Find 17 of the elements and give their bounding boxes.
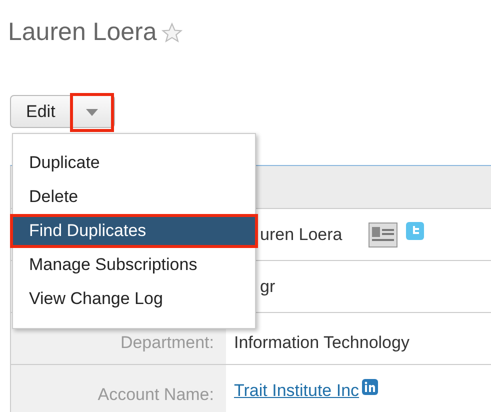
menu-item[interactable]: Duplicate bbox=[13, 146, 255, 180]
caret-icon bbox=[86, 109, 98, 116]
account-link[interactable]: Trait Institute Inc bbox=[234, 378, 360, 404]
field-value: gr bbox=[260, 276, 276, 298]
contact-card-icon[interactable] bbox=[368, 220, 398, 250]
field-value: Information Technology bbox=[234, 332, 410, 354]
dropdown-toggle[interactable] bbox=[70, 93, 114, 132]
menu-item[interactable]: View Change Log bbox=[13, 282, 255, 316]
menu-item[interactable]: Find Duplicates bbox=[10, 214, 258, 248]
field-label: Account Name: bbox=[98, 384, 214, 406]
record-title: Lauren Loera bbox=[8, 17, 157, 48]
menu-item[interactable]: Delete bbox=[13, 180, 255, 214]
field-label: Department: bbox=[120, 332, 214, 354]
linkedin-icon[interactable] bbox=[362, 379, 378, 395]
field-value: uren Loera bbox=[260, 224, 342, 246]
menu-item[interactable]: Manage Subscriptions bbox=[13, 248, 255, 282]
star-icon[interactable] bbox=[160, 22, 183, 44]
